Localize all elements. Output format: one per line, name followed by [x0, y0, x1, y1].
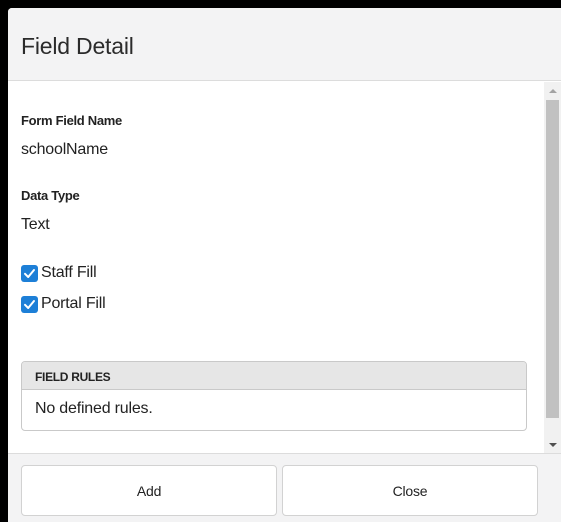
- portal-fill-checkbox[interactable]: [21, 295, 38, 313]
- checkmark-icon: [24, 268, 35, 278]
- vertical-scrollbar[interactable]: [544, 82, 561, 453]
- staff-fill-checkbox-row[interactable]: Staff Fill: [21, 263, 97, 283]
- field-rules-header: FIELD RULES: [22, 362, 526, 390]
- form-field-name-value: schoolName: [21, 141, 108, 158]
- field-rules-empty-text: No defined rules.: [35, 400, 153, 417]
- dialog-header: Field Detail: [8, 8, 561, 81]
- scroll-down-button[interactable]: [544, 436, 561, 453]
- portal-fill-label[interactable]: Portal Fill: [41, 295, 106, 313]
- portal-fill-checkbox-row[interactable]: Portal Fill: [21, 294, 106, 314]
- staff-fill-checkbox[interactable]: [21, 264, 38, 282]
- staff-fill-label[interactable]: Staff Fill: [41, 264, 97, 282]
- scroll-up-button[interactable]: [544, 82, 561, 99]
- close-button[interactable]: Close: [282, 465, 538, 516]
- scroll-down-arrow-icon: [548, 442, 557, 447]
- field-rules-title: FIELD RULES: [35, 370, 111, 384]
- form-field-name-label: Form Field Name: [21, 113, 122, 128]
- add-button[interactable]: Add: [21, 465, 277, 516]
- dialog-footer: Add Close: [8, 453, 561, 522]
- dialog-title: Field Detail: [21, 33, 134, 59]
- field-detail-dialog: Field Detail Form Field Name schoolName …: [8, 8, 561, 522]
- data-type-value: Text: [21, 216, 50, 233]
- dialog-body[interactable]: Form Field Name schoolName Data Type Tex…: [8, 82, 561, 453]
- scroll-up-arrow-icon: [548, 88, 557, 93]
- field-rules-panel: FIELD RULES No defined rules.: [21, 361, 527, 431]
- data-type-label: Data Type: [21, 188, 80, 203]
- scrollbar-thumb[interactable]: [546, 100, 559, 418]
- checkmark-icon: [24, 299, 35, 309]
